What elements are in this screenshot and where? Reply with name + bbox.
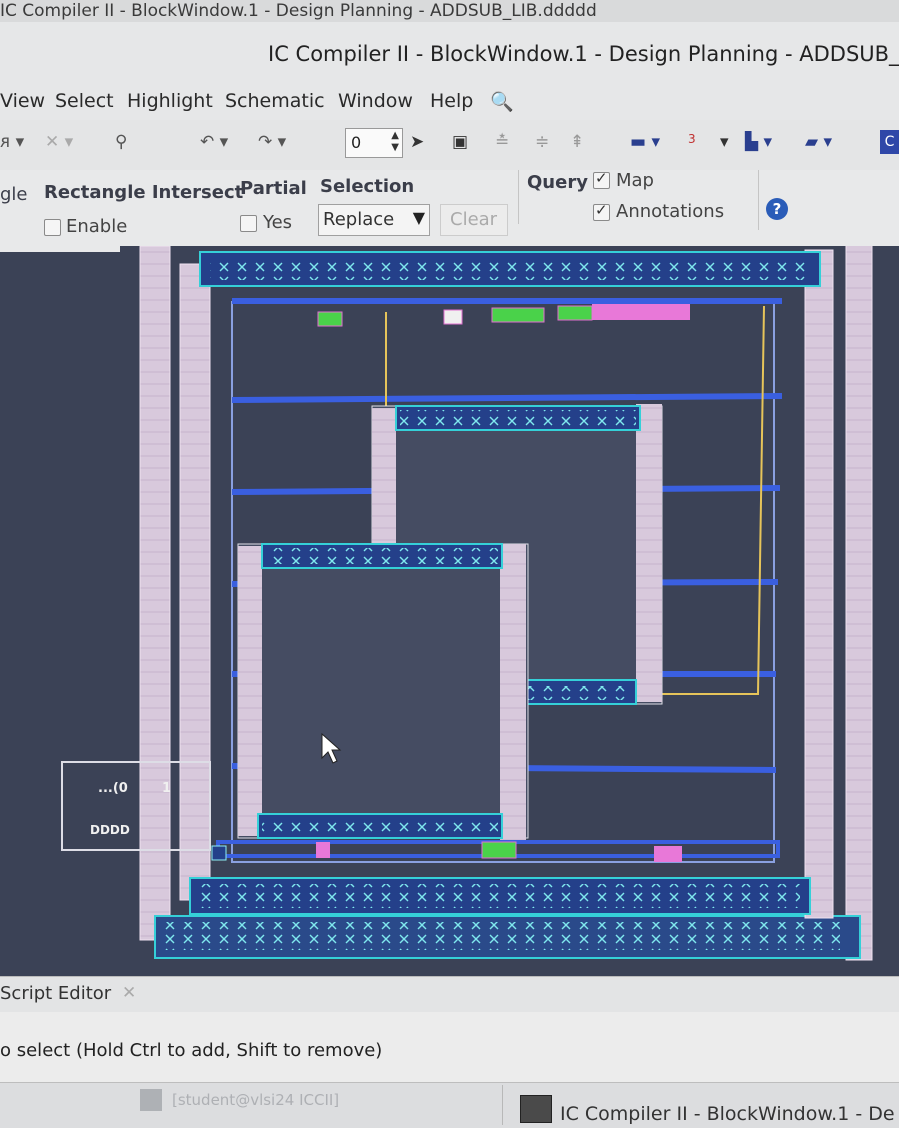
taskbar: [student@vlsi24 ICCII] IC Compiler II - … [0, 1082, 899, 1128]
io-pin[interactable] [557, 305, 593, 321]
block2-rail-right [500, 544, 526, 840]
menu-highlight[interactable]: Highlight [127, 90, 213, 112]
partial-yes-checkbox[interactable] [240, 215, 257, 232]
block2-rail-left [238, 546, 262, 836]
selection-mode-select[interactable]: Replace ▼ [318, 204, 430, 236]
block2-ring-top-pattern [266, 548, 498, 564]
canvas-edge [0, 246, 120, 252]
distribute-icon[interactable]: ≑ [535, 132, 549, 152]
status-area: o select (Hold Ctrl to add, Shift to rem… [0, 1012, 899, 1082]
selection-mode-value: Replace [323, 209, 395, 230]
help-icon[interactable]: ? [766, 198, 788, 220]
zoom-icon[interactable]: ᴙ ▾ [0, 132, 24, 152]
annotations-checkbox[interactable] [593, 201, 610, 221]
clear-button[interactable]: Clear [440, 204, 508, 236]
io-pin[interactable] [316, 842, 330, 858]
redo-icon[interactable]: ↷ ▾ [258, 132, 286, 152]
net-icon[interactable]: 3 [688, 132, 696, 146]
pin-label-3: DDDD [90, 823, 130, 837]
undo-icon[interactable]: ↶ ▾ [200, 132, 228, 152]
pin-label-1: ...(0 [98, 781, 128, 796]
script-editor-tab[interactable]: Script Editor [0, 983, 111, 1004]
taskbar-terminal[interactable]: [student@vlsi24 ICCII] [172, 1091, 339, 1109]
layout-canvas[interactable]: ...(0 1 DDDD [0, 246, 899, 976]
toolbar-end-button[interactable]: C [880, 130, 899, 154]
outer-ring-bottom-pattern [160, 922, 840, 950]
menu-window[interactable]: Window [338, 90, 413, 112]
layout-drawing: ...(0 1 DDDD [0, 246, 873, 961]
enable-label: Enable [66, 216, 128, 237]
divider [758, 170, 759, 230]
io-pin[interactable] [592, 304, 690, 320]
divider [518, 170, 519, 224]
enable-checkbox[interactable] [44, 219, 61, 236]
hierarchy-icon[interactable]: ▙ ▾ [745, 132, 772, 152]
rect-intersect-label: Rectangle Intersect [44, 182, 244, 203]
app-icon [520, 1095, 552, 1123]
query-label: Query [527, 172, 588, 193]
inner-rail-right [804, 249, 834, 919]
spin-value: 0 [351, 133, 362, 152]
spin-box[interactable]: 0 ▲ ▼ [345, 128, 403, 158]
spin-arrows-icon[interactable]: ▲ ▼ [391, 130, 399, 154]
annotations-label: Annotations [616, 201, 725, 222]
map-label: Map [616, 170, 654, 191]
map-checkbox[interactable] [593, 169, 610, 189]
flag-icon[interactable]: ▬ ▾ [630, 132, 660, 152]
menu-view[interactable]: View [0, 90, 45, 112]
io-pin[interactable] [491, 307, 545, 323]
signal-wire [660, 305, 765, 695]
io-pin[interactable] [317, 311, 343, 327]
menubar: View Select Highlight Schematic Window H… [0, 84, 899, 120]
io-pin[interactable] [481, 841, 517, 859]
block1-ring-top-pattern [400, 410, 636, 426]
io-pin[interactable] [443, 309, 463, 325]
partial-label: Partial [240, 178, 307, 199]
taskbar-app[interactable]: IC Compiler II - BlockWindow.1 - De [560, 1103, 895, 1125]
clear-button-label: Clear [450, 209, 498, 230]
pin-label-2: 1 [162, 781, 171, 796]
chevron-down-icon: ▼ [412, 208, 425, 227]
pan-icon[interactable]: ✕ ▾ [45, 132, 73, 152]
search-icon[interactable]: 🔍 [490, 90, 514, 113]
block1-rail-right [636, 404, 662, 702]
io-pin[interactable] [654, 846, 682, 862]
terminal-icon [140, 1089, 162, 1111]
yes-label: Yes [263, 212, 293, 233]
find-icon[interactable]: ⚲ [115, 132, 127, 152]
outer-rail-left [139, 246, 171, 941]
spread-icon[interactable]: ⇞ [570, 132, 584, 152]
close-icon[interactable]: ✕ [122, 983, 136, 1003]
top-ring-pattern [210, 258, 810, 280]
script-editor-tabbar: Script Editor ✕ [0, 976, 899, 1013]
layout-icon[interactable]: ▣ [452, 132, 468, 152]
io-pin[interactable] [211, 845, 227, 861]
selection-label: Selection [320, 176, 415, 197]
inner-rail-left [179, 263, 211, 901]
divider [502, 1085, 503, 1125]
outer-window-title: IC Compiler II - BlockWindow.1 - Design … [0, 0, 899, 22]
window-title: IC Compiler II - BlockWindow.1 - Design … [268, 42, 899, 66]
outer-rail-right [845, 246, 873, 961]
rect-mode-label: gle [0, 184, 28, 205]
menu-select[interactable]: Select [55, 90, 114, 112]
power-strap [231, 393, 783, 403]
toolbar: ᴙ ▾ ✕ ▾ ⚲ ↶ ▾ ↷ ▾ 0 ▲ ▼ ➤ ▣ ≛ ≑ ⇞ ▬ ▾ 3 ▾… [0, 120, 899, 170]
bottom-ring-pattern [200, 884, 800, 908]
pointer-icon[interactable]: ➤ [410, 132, 424, 152]
macro-block-2[interactable] [237, 543, 529, 839]
menu-help[interactable]: Help [430, 90, 473, 112]
menu-schematic[interactable]: Schematic [225, 90, 325, 112]
align-icon[interactable]: ≛ [495, 132, 509, 152]
dropdown-icon[interactable]: ▾ [720, 132, 729, 152]
status-message: o select (Hold Ctrl to add, Shift to rem… [0, 1040, 383, 1061]
select-options-bar: gle Rectangle Intersect Enable Partial Y… [0, 169, 899, 246]
window-titlebar[interactable]: IC Compiler II - BlockWindow.1 - Design … [0, 22, 899, 85]
cube-icon[interactable]: ▰ ▾ [805, 132, 832, 152]
block2-ring-bottom-pattern [262, 818, 498, 834]
